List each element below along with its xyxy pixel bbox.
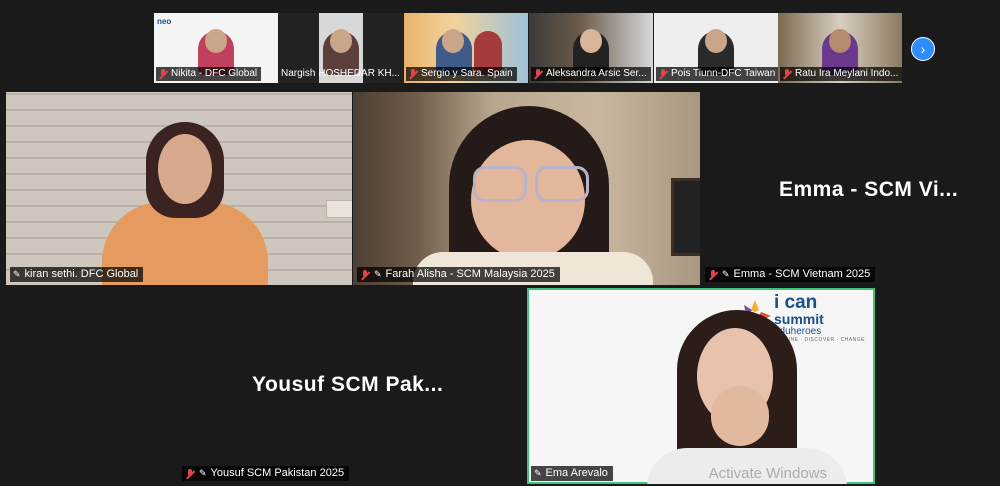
participant-nameplate: Sergio y Sara. Spain xyxy=(406,67,517,81)
person-hand xyxy=(711,386,769,446)
participant-thumb[interactable]: neo Nikita - DFC Global xyxy=(154,13,278,83)
wall-outlet xyxy=(326,200,352,218)
person-face xyxy=(158,134,212,204)
mic-off-icon xyxy=(533,69,543,79)
participant-nameplate: ✎ Ema Arevalo xyxy=(531,466,613,481)
pin-icon: ✎ xyxy=(722,269,730,279)
participant-nameplate: ✎ Yousuf SCM Pakistan 2025 xyxy=(182,466,350,481)
participant-thumb[interactable]: Pois Tiunn-DFC Taiwan xyxy=(654,13,778,83)
mic-off-icon xyxy=(408,69,418,79)
video-tile-yousuf[interactable]: Yousuf SCM Pak... ✎ Yousuf SCM Pakistan … xyxy=(178,288,526,484)
os-watermark: Activate Windows xyxy=(708,465,827,482)
participant-display-name: Yousuf SCM Pak... xyxy=(252,373,444,396)
participant-thumb[interactable]: Sergio y Sara. Spain xyxy=(404,13,528,83)
participant-display-name: Emma - SCM Vi... xyxy=(779,178,959,201)
mic-off-icon xyxy=(708,269,718,280)
participant-nameplate: ✎ Farah Alisha - SCM Malaysia 2025 xyxy=(357,267,560,282)
participant-nameplate: Ratu Ira Meylani Indo... xyxy=(780,67,902,81)
mic-off-icon xyxy=(360,269,370,280)
participant-thumb[interactable]: Aleksandra Arsic Ser... xyxy=(529,13,653,83)
video-tile-kiran[interactable]: ✎ kiran sethi. DFC Global xyxy=(6,92,352,285)
participant-thumb[interactable]: Nargish HOSHEDAR KH... xyxy=(279,13,403,83)
pin-icon: ✎ xyxy=(199,468,207,478)
participant-nameplate: Aleksandra Arsic Ser... xyxy=(531,67,651,81)
next-participants-button[interactable]: › xyxy=(911,37,935,61)
pin-icon: ✎ xyxy=(374,269,382,279)
participant-thumb[interactable]: Ratu Ira Meylani Indo... xyxy=(778,13,902,83)
participant-nameplate: Nargish HOSHEDAR KH... xyxy=(281,68,400,79)
mic-off-icon xyxy=(185,468,195,479)
wall-picture xyxy=(671,178,700,256)
participant-nameplate: ✎ kiran sethi. DFC Global xyxy=(10,267,144,282)
participant-nameplate: Pois Tiunn-DFC Taiwan xyxy=(656,67,778,81)
participant-nameplate: Nikita - DFC Global xyxy=(156,67,262,81)
participant-strip: neo Nikita - DFC Global Nargish HOSHEDAR… xyxy=(0,0,1000,90)
pin-icon: ✎ xyxy=(13,269,21,279)
mic-off-icon xyxy=(658,69,668,79)
video-tile-farah[interactable]: ✎ Farah Alisha - SCM Malaysia 2025 xyxy=(353,92,700,285)
participant-nameplate: ✎ Emma - SCM Vietnam 2025 xyxy=(705,267,876,282)
mic-off-icon xyxy=(782,69,792,79)
pin-icon: ✎ xyxy=(534,468,542,478)
video-tile-emma[interactable]: Emma - SCM Vi... ✎ Emma - SCM Vietnam 20… xyxy=(701,92,1000,285)
glasses-icon xyxy=(473,166,527,202)
video-tile-ema[interactable]: i can summit eduheroes IMAGINE · DISCOVE… xyxy=(527,288,875,484)
chevron-right-icon: › xyxy=(920,41,926,57)
summit-logo: i can summit eduheroes IMAGINE · DISCOVE… xyxy=(773,292,865,343)
thumb-logo: neo xyxy=(157,17,172,26)
mic-off-icon xyxy=(158,69,168,79)
